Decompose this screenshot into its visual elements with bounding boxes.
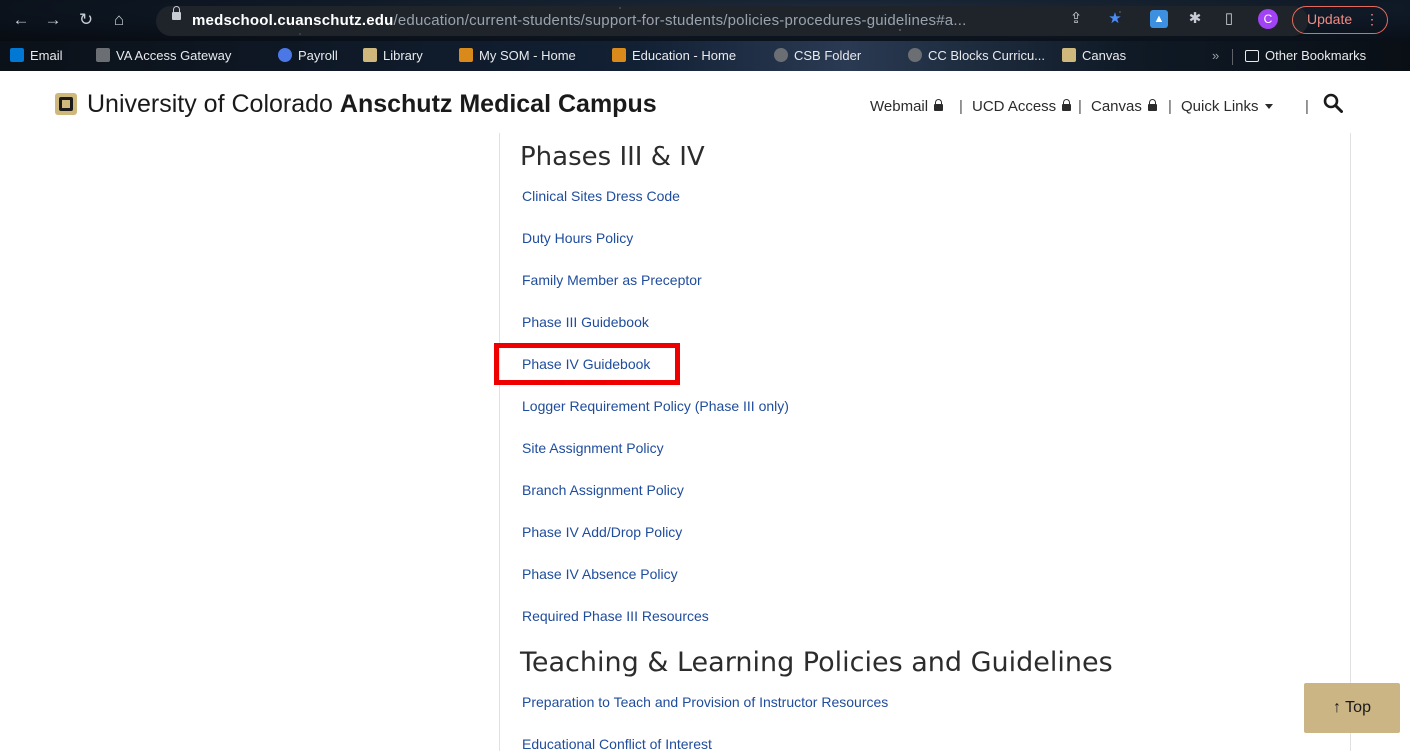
- link-family-member-preceptor[interactable]: Family Member as Preceptor: [522, 272, 702, 288]
- back-arrow-icon[interactable]: ←: [10, 9, 32, 31]
- bookmark-label: Canvas: [1082, 48, 1127, 63]
- bookmark-star-icon[interactable]: ★: [1106, 10, 1124, 28]
- bookmark-my-som-home[interactable]: My SOM - Home: [459, 48, 576, 63]
- section-heading-teaching-learning: Teaching & Learning Policies and Guideli…: [520, 647, 1113, 678]
- update-button[interactable]: Update ⋮: [1292, 6, 1388, 34]
- bookmark-label: VA Access Gateway: [116, 48, 232, 63]
- bookmark-label: CSB Folder: [794, 48, 862, 63]
- link-duty-hours-policy[interactable]: Duty Hours Policy: [522, 230, 633, 246]
- brush-icon: [459, 48, 473, 62]
- bookmark-label: Payroll: [298, 48, 338, 63]
- bookmarks-bar: Email VA Access Gateway Payroll Library …: [0, 41, 1410, 71]
- url-host: medschool.cuanschutz.edu: [192, 12, 394, 29]
- quick-links-label: Quick Links: [1181, 98, 1259, 115]
- section-heading-phases: Phases III & IV: [520, 142, 705, 172]
- arrow-up-icon: ↑: [1333, 699, 1342, 716]
- url-path: /education/current-students/support-for-…: [393, 12, 967, 29]
- link-preparation-to-teach[interactable]: Preparation to Teach and Provision of In…: [522, 694, 888, 710]
- bookmarks-overflow-button[interactable]: »: [1212, 48, 1219, 63]
- share-icon[interactable]: ⇪: [1067, 10, 1085, 28]
- link-phase-iii-guidebook[interactable]: Phase III Guidebook: [522, 314, 649, 330]
- back-to-top-button[interactable]: ↑ Top: [1304, 683, 1400, 733]
- bookmark-label: Email: [30, 48, 63, 63]
- campus-title[interactable]: University of Colorado Anschutz Medical …: [87, 90, 657, 119]
- bookmark-label: Education - Home: [632, 48, 737, 63]
- bookmark-label: CC Blocks Curricu...: [928, 48, 1046, 63]
- link-phase-iv-add-drop-policy[interactable]: Phase IV Add/Drop Policy: [522, 524, 682, 540]
- forward-arrow-icon[interactable]: →: [42, 9, 64, 31]
- link-clinical-sites-dress-code[interactable]: Clinical Sites Dress Code: [522, 188, 680, 204]
- menu-kebab-icon: ⋮: [1365, 11, 1379, 27]
- ucd-access-link[interactable]: UCD Access: [972, 98, 1072, 115]
- canvas-label: Canvas: [1091, 98, 1142, 115]
- gateway-icon: [96, 48, 110, 62]
- nav-separator: |: [1168, 98, 1172, 115]
- lock-icon: [1062, 99, 1072, 111]
- quick-links-dropdown[interactable]: Quick Links: [1181, 98, 1273, 115]
- chevron-down-icon: [1264, 104, 1273, 109]
- page-icon: [774, 48, 788, 62]
- bookmark-va-access-gateway[interactable]: VA Access Gateway: [96, 48, 231, 63]
- cu-logo-icon[interactable]: [55, 93, 77, 115]
- browser-toolbar: ← → ↻ ⌂ medschool.cuanschutz.edu/educati…: [0, 0, 1410, 41]
- highlight-box: [494, 343, 680, 385]
- lock-icon: [934, 99, 944, 111]
- folder-icon: [1245, 50, 1259, 62]
- top-label: Top: [1345, 699, 1371, 716]
- ucd-access-label: UCD Access: [972, 98, 1057, 115]
- bookmark-label: Library: [383, 48, 423, 63]
- brush-icon: [612, 48, 626, 62]
- outlook-icon: [10, 48, 24, 62]
- link-logger-requirement-policy[interactable]: Logger Requirement Policy (Phase III onl…: [522, 398, 789, 414]
- webmail-link[interactable]: Webmail: [870, 98, 944, 115]
- nav-separator: |: [1305, 98, 1309, 115]
- bookmark-education-home[interactable]: Education - Home: [612, 48, 736, 63]
- link-site-assignment-policy[interactable]: Site Assignment Policy: [522, 440, 664, 456]
- cu-logo-icon: [363, 48, 377, 62]
- bookmark-payroll[interactable]: Payroll: [278, 48, 338, 63]
- profile-avatar[interactable]: C: [1258, 9, 1278, 29]
- link-educational-conflict-of-interest[interactable]: Educational Conflict of Interest: [522, 736, 712, 752]
- lock-icon[interactable]: [172, 6, 181, 20]
- nav-separator: |: [959, 98, 963, 115]
- nav-separator: |: [1078, 98, 1082, 115]
- update-label: Update: [1307, 11, 1353, 27]
- campus-title-bold: Anschutz Medical Campus: [339, 90, 657, 118]
- bookmark-canvas[interactable]: Canvas: [1062, 48, 1126, 63]
- cu-logo-icon: [1062, 48, 1076, 62]
- reload-icon[interactable]: ↻: [75, 9, 97, 31]
- puzzle-extensions-icon[interactable]: ✱: [1186, 10, 1204, 28]
- content-right-border: [1350, 133, 1351, 751]
- bookmark-label: My SOM - Home: [479, 48, 576, 63]
- bookmark-csb-folder[interactable]: CSB Folder: [774, 48, 861, 63]
- url-text[interactable]: medschool.cuanschutz.edu/education/curre…: [192, 12, 966, 29]
- bookmark-library[interactable]: Library: [363, 48, 423, 63]
- link-required-phase-iii-resources[interactable]: Required Phase III Resources: [522, 608, 709, 624]
- lock-icon: [1147, 99, 1157, 111]
- other-bookmarks-label: Other Bookmarks: [1265, 48, 1367, 63]
- extension-icon[interactable]: ▲: [1150, 10, 1168, 28]
- webmail-label: Webmail: [870, 98, 929, 115]
- campus-title-prefix: University of Colorado: [87, 90, 340, 118]
- bookmarks-divider: [1232, 49, 1233, 65]
- bookmark-cc-blocks[interactable]: CC Blocks Curricu...: [908, 48, 1045, 63]
- canvas-link[interactable]: Canvas: [1091, 98, 1157, 115]
- side-panel-icon[interactable]: ▯: [1220, 10, 1238, 28]
- other-bookmarks-button[interactable]: Other Bookmarks: [1245, 48, 1366, 63]
- globe-icon: [278, 48, 292, 62]
- home-icon[interactable]: ⌂: [108, 9, 130, 31]
- bookmark-email[interactable]: Email: [10, 48, 63, 63]
- content-left-border: [499, 133, 500, 751]
- link-branch-assignment-policy[interactable]: Branch Assignment Policy: [522, 482, 684, 498]
- search-icon[interactable]: [1323, 93, 1343, 113]
- link-phase-iv-absence-policy[interactable]: Phase IV Absence Policy: [522, 566, 678, 582]
- page-icon: [908, 48, 922, 62]
